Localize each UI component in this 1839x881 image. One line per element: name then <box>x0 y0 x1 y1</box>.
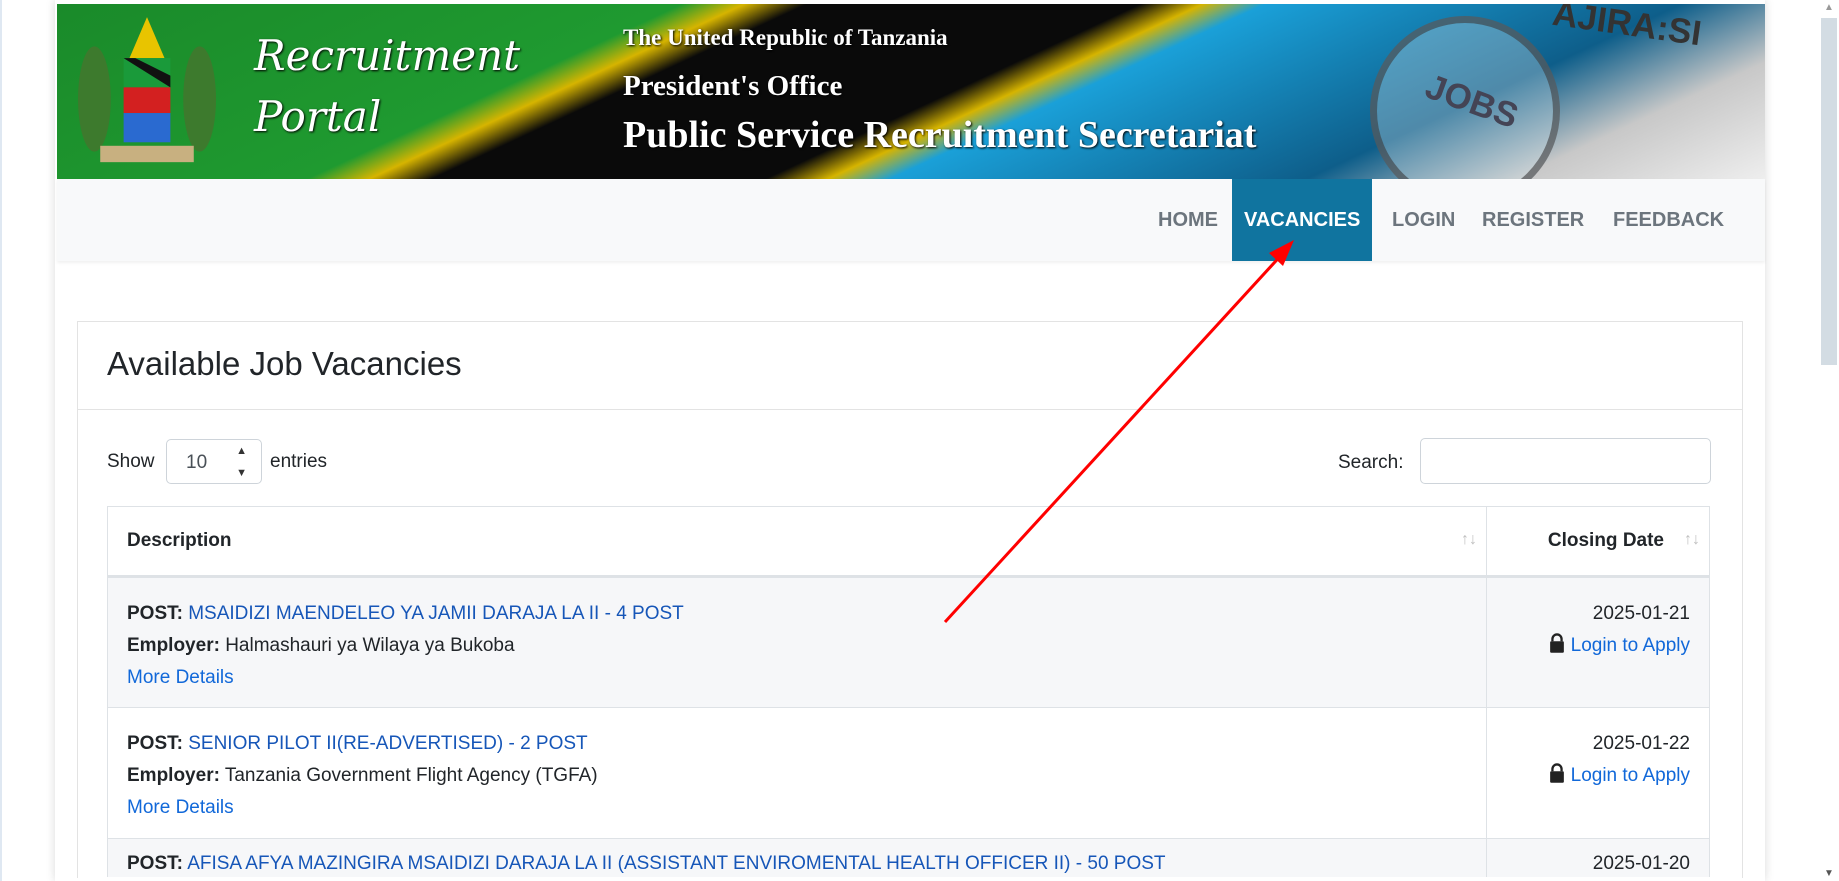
portal-title: Recruitment Portal <box>254 31 521 141</box>
page-title: Available Job Vacancies <box>107 345 462 382</box>
show-label: Show <box>107 451 155 472</box>
header-closing-date[interactable]: Closing Date ↑↓ <box>1486 506 1710 578</box>
banner-country: The United Republic of Tanzania <box>623 25 948 50</box>
entries-label: entries <box>270 451 328 472</box>
nav-vacancies[interactable]: VACANCIES <box>1232 179 1373 261</box>
page-container: Recruitment Portal The United Republic of… <box>55 0 1765 881</box>
more-details-link[interactable]: More Details <box>127 797 234 818</box>
post-link[interactable]: SENIOR PILOT II(RE-ADVERTISED) - 2 POST <box>188 733 587 754</box>
lock-icon <box>1549 633 1564 653</box>
sort-icon: ↑↓ <box>1461 531 1477 548</box>
search-input[interactable] <box>1420 438 1711 484</box>
table-row: POST: SENIOR PILOT II(RE-ADVERTISED) - 2… <box>107 707 1710 839</box>
scroll-down-icon[interactable]: ▼ <box>1824 868 1834 879</box>
newspaper-graphic: AJIRA:SI <box>1550 4 1704 54</box>
entries-select[interactable]: 10 ▲ ▼ <box>166 439 262 484</box>
vacancies-card: Available Job Vacancies Show 10 ▲ ▼ entrie… <box>77 321 1743 878</box>
banner-office: President's Office <box>623 70 843 102</box>
nav-feedback[interactable]: FEEDBACK <box>1613 179 1724 261</box>
search-label: Search: <box>1338 452 1404 473</box>
nav-home[interactable]: HOME <box>1158 179 1218 261</box>
table-row: POST: MSAIDIZI MAENDELEO YA JAMII DARAJA… <box>107 576 1710 708</box>
nav-register[interactable]: REGISTER <box>1482 179 1584 261</box>
header-banner: Recruitment Portal The United Republic of… <box>57 4 1765 179</box>
scrollbar[interactable]: ▲ ▼ <box>1819 0 1839 881</box>
more-details-link[interactable]: More Details <box>127 667 234 688</box>
magnifier-graphic: JOBS <box>1370 16 1560 179</box>
post-link[interactable]: MSAIDIZI MAENDELEO YA JAMII DARAJA LA II… <box>188 603 684 624</box>
nav-login[interactable]: LOGIN <box>1392 179 1455 261</box>
page-edge <box>0 0 2 881</box>
lock-icon <box>1549 763 1564 783</box>
scrollbar-thumb[interactable] <box>1821 18 1837 365</box>
banner-secretariat: Public Service Recruitment Secretariat <box>623 114 1257 156</box>
header-description[interactable]: Description ↑↓ <box>107 506 1487 578</box>
vacancies-table: Description ↑↓ Closing Date ↑↓ POST: MSAID… <box>107 506 1710 877</box>
scroll-up-icon[interactable]: ▲ <box>1824 2 1834 13</box>
post-link[interactable]: AFISA AFYA MAZINGIRA MSAIDIZI DARAJA LA … <box>187 853 1165 874</box>
login-to-apply-link[interactable]: Login to Apply <box>1549 763 1690 786</box>
table-row: POST: AFISA AFYA MAZINGIRA MSAIDIZI DARA… <box>107 838 1710 877</box>
main-nav: HOME VACANCIES LOGIN REGISTER FEEDBACK <box>57 179 1765 261</box>
select-caret-icon: ▲ ▼ <box>236 445 247 479</box>
coat-of-arms-logo <box>78 17 216 163</box>
login-to-apply-link[interactable]: Login to Apply <box>1549 633 1690 656</box>
sort-icon: ↑↓ <box>1684 531 1700 548</box>
